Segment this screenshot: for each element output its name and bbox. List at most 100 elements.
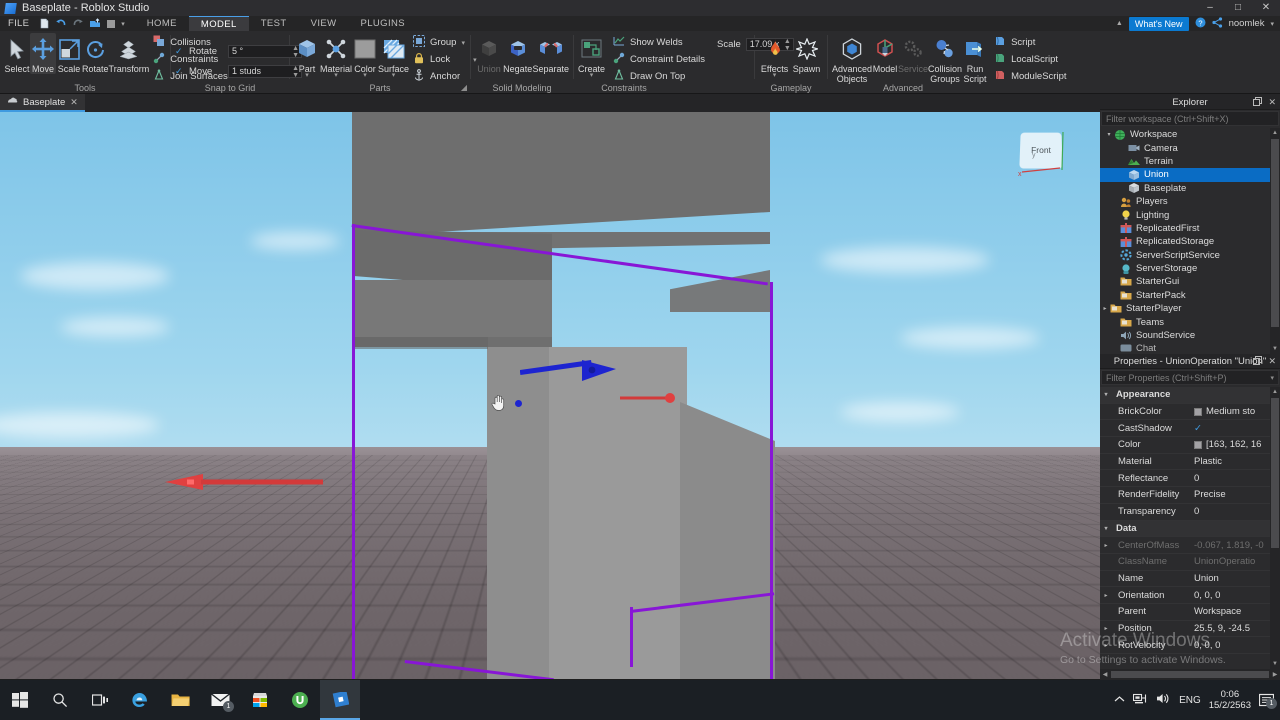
edge-icon[interactable]	[120, 680, 160, 720]
account-caret-icon[interactable]: ▾	[1270, 20, 1274, 28]
tab-test[interactable]: TEST	[249, 16, 299, 31]
effects-button[interactable]: Effects ▾	[759, 33, 790, 79]
tab-home[interactable]: HOME	[135, 16, 189, 31]
explorer-filter-input[interactable]: Filter workspace (Ctrl+Shift+X)	[1101, 111, 1279, 126]
part-button[interactable]: Part ▾	[294, 33, 320, 79]
toggle-draw-on-top[interactable]: Draw On Top	[613, 69, 705, 84]
whats-new-button[interactable]: What's New	[1128, 16, 1189, 31]
surface-caret-icon[interactable]: ▾	[392, 72, 396, 79]
undo-icon[interactable]	[55, 18, 67, 29]
search-icon[interactable]	[40, 680, 80, 720]
redo-icon[interactable]	[72, 18, 84, 29]
scroll-down-icon[interactable]: ▼	[1271, 345, 1279, 353]
properties-hscroll-thumb[interactable]	[1111, 671, 1269, 678]
property-row-classname[interactable]: ClassName UnionOperatio	[1100, 554, 1270, 571]
properties-category-appearance[interactable]: ▾ Appearance	[1100, 387, 1270, 404]
network-icon[interactable]	[1133, 692, 1148, 708]
color-button[interactable]: Color ▾	[352, 33, 378, 79]
property-value-text[interactable]: 0, 0, 0	[1194, 590, 1270, 601]
property-row-name[interactable]: Name Union	[1100, 571, 1270, 588]
collision-groups-button[interactable]: Collision Groups	[928, 33, 962, 84]
create-caret-icon[interactable]: ▾	[590, 72, 594, 79]
tab-plugins[interactable]: PLUGINS	[348, 16, 417, 31]
create-constraint-button[interactable]: Create ▾	[578, 33, 605, 79]
share-icon[interactable]	[1211, 16, 1223, 31]
twisty-icon[interactable]: ▸	[1100, 305, 1110, 312]
toggle-constraint-details[interactable]: Constraint Details	[613, 52, 705, 67]
property-row-castshadow[interactable]: CastShadow ✓	[1100, 420, 1270, 438]
file-menu-button[interactable]: FILE	[0, 18, 35, 29]
move-handle-x-negative[interactable]	[165, 467, 330, 497]
collapse-ribbon-icon[interactable]: ▲	[1116, 20, 1123, 27]
move-handle-x-small[interactable]	[620, 390, 680, 406]
scroll-right-icon[interactable]: ▶	[1270, 671, 1280, 678]
tree-item-players[interactable]: Players	[1100, 195, 1270, 208]
chevron-down-icon[interactable]: ▾	[1270, 374, 1274, 382]
property-value-text[interactable]: 0, 0, 0	[1194, 640, 1270, 651]
model-button[interactable]: Model	[872, 33, 898, 74]
properties-close-icon[interactable]: ✕	[1268, 356, 1276, 367]
twisty-icon[interactable]: ▸	[1100, 542, 1112, 549]
notification-center-icon[interactable]: 1	[1259, 693, 1277, 709]
publish-icon[interactable]	[89, 18, 101, 29]
property-value-text[interactable]: Precise	[1194, 489, 1270, 500]
property-value-text[interactable]: 0	[1194, 506, 1270, 517]
language-indicator[interactable]: ENG	[1179, 695, 1201, 706]
property-value-checkbox[interactable]: ✓	[1194, 423, 1270, 434]
explorer-scroll-thumb[interactable]	[1271, 139, 1279, 327]
volume-icon[interactable]	[1156, 692, 1171, 708]
property-row-position[interactable]: ▸ Position 25.5, 9, -24.5	[1100, 621, 1270, 638]
property-value-text[interactable]: 25.5, 9, -24.5	[1194, 623, 1270, 634]
color-caret-icon[interactable]: ▾	[363, 72, 367, 79]
part-caret-icon[interactable]: ▾	[305, 72, 309, 79]
surface-button[interactable]: Surface ▾	[378, 33, 409, 79]
properties-hscrollbar[interactable]: ◀ ▶	[1100, 669, 1280, 680]
tree-item-terrain[interactable]: Terrain	[1100, 155, 1270, 168]
snap-move-checkbox[interactable]: ✓	[175, 66, 184, 77]
task-view-icon[interactable]	[80, 680, 120, 720]
tree-item-startergui[interactable]: StarterGui	[1100, 275, 1270, 288]
store-icon[interactable]	[240, 680, 280, 720]
tree-item-replicatedfirst[interactable]: ReplicatedFirst	[1100, 222, 1270, 235]
property-row-parent[interactable]: Parent Workspace	[1100, 604, 1270, 621]
property-row-color[interactable]: Color [163, 162, 16	[1100, 437, 1270, 454]
separate-button[interactable]: Separate	[532, 33, 569, 74]
scroll-up-icon[interactable]: ▲	[1271, 388, 1279, 396]
tree-item-teams[interactable]: Teams	[1100, 315, 1270, 328]
anchor-button[interactable]: Anchor	[413, 69, 477, 84]
toggle-show-welds[interactable]: Show Welds	[613, 35, 705, 50]
tool-select[interactable]: Select	[4, 33, 30, 74]
negate-button[interactable]: Negate	[503, 33, 533, 74]
twisty-icon[interactable]: ▾	[1100, 391, 1112, 398]
run-script-button[interactable]: Run Script	[962, 33, 988, 84]
properties-vscrollbar[interactable]: ▲ ▼	[1270, 387, 1280, 669]
twisty-icon[interactable]: ▸	[1100, 592, 1112, 599]
material-button[interactable]: Material ▾	[320, 33, 352, 79]
twisty-icon[interactable]: ▾	[1104, 131, 1114, 138]
account-name[interactable]: noomlek	[1229, 18, 1265, 29]
roblox-studio-icon[interactable]	[320, 680, 360, 720]
tool-transform[interactable]: Transform	[109, 33, 149, 74]
insert-modulescript[interactable]: ModuleScript	[994, 69, 1067, 84]
property-row-brickcolor[interactable]: BrickColor Medium sto	[1100, 404, 1270, 421]
minimize-button[interactable]: –	[1196, 0, 1224, 16]
explorer-scrollbar[interactable]: ▲ ▼	[1270, 128, 1280, 354]
move-handle-z-positive[interactable]	[520, 357, 620, 387]
explorer-undock-icon[interactable]	[1253, 97, 1263, 108]
property-row-material[interactable]: Material Plastic	[1100, 454, 1270, 471]
property-row-renderfidelity[interactable]: RenderFidelity Precise	[1100, 487, 1270, 504]
property-value-text[interactable]: 0	[1194, 473, 1270, 484]
property-value-text[interactable]: Union	[1194, 573, 1270, 584]
parts-dialog-launcher[interactable]: ◢	[461, 83, 467, 92]
property-value[interactable]: Medium sto	[1194, 406, 1270, 417]
property-row-rotvelocity[interactable]: ▸ RotVelocity 0, 0, 0	[1100, 637, 1270, 654]
tree-item-serverstorage[interactable]: ServerStorage	[1100, 262, 1270, 275]
twisty-icon[interactable]: ▸	[1100, 625, 1112, 632]
twisty-icon[interactable]: ▾	[1100, 525, 1112, 532]
document-tab-baseplate[interactable]: Baseplate ✕	[0, 94, 85, 112]
tree-item-camera[interactable]: Camera	[1100, 141, 1270, 154]
tree-item-chat[interactable]: Chat	[1100, 342, 1270, 354]
material-caret-icon[interactable]: ▾	[334, 72, 338, 79]
scroll-left-icon[interactable]: ◀	[1100, 671, 1110, 678]
tab-model[interactable]: MODEL	[188, 16, 249, 31]
